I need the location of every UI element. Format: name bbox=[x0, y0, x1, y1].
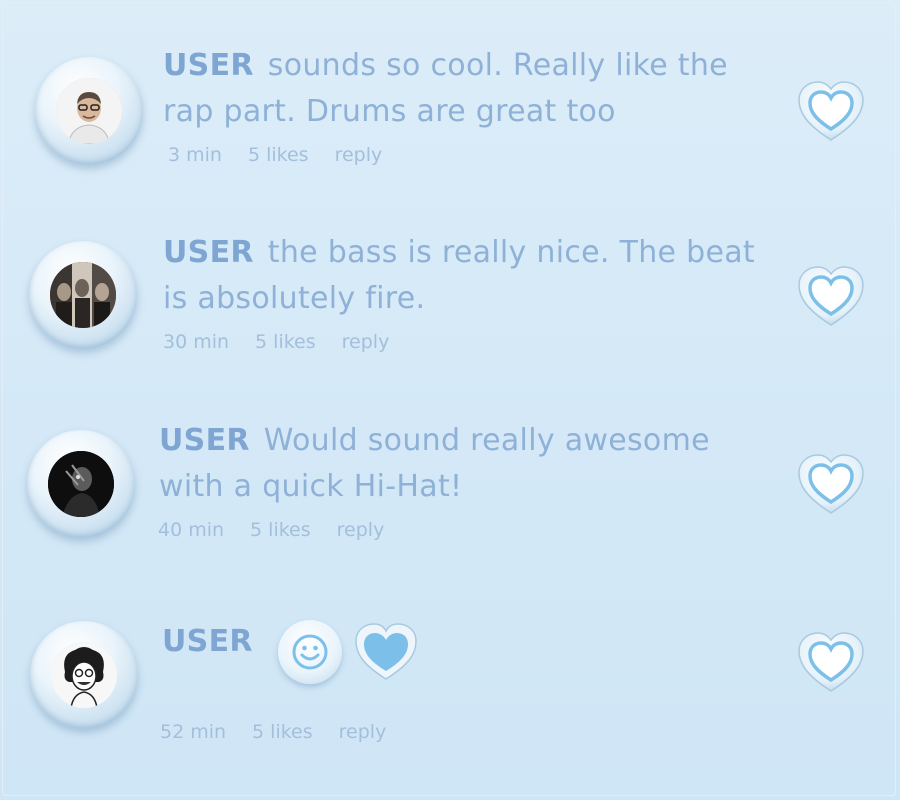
likes-count[interactable]: 5 likes bbox=[255, 331, 316, 353]
avatar-button[interactable] bbox=[30, 621, 138, 729]
likes-count[interactable]: 5 likes bbox=[250, 519, 311, 541]
username[interactable]: USER bbox=[163, 48, 254, 83]
comment-meta: 3 min 5 likes reply bbox=[168, 144, 382, 166]
comments-panel: USER sounds so cool. Really like the rap … bbox=[2, 2, 896, 796]
smiley-reaction-button[interactable] bbox=[278, 620, 342, 684]
reply-link[interactable]: reply bbox=[342, 331, 390, 353]
avatar-button[interactable] bbox=[29, 241, 137, 349]
comment-text: the bass is really nice. The beat bbox=[267, 235, 755, 270]
comment-body: USER Would sound really awesome with a qu… bbox=[159, 418, 779, 510]
comment-body: USER bbox=[162, 619, 782, 665]
username[interactable]: USER bbox=[159, 423, 250, 458]
smiley-icon bbox=[292, 634, 328, 670]
avatar bbox=[48, 451, 114, 517]
comment-text: rap part. Drums are great too bbox=[163, 94, 616, 129]
heart-outline-icon bbox=[798, 632, 864, 692]
reply-link[interactable]: reply bbox=[335, 144, 383, 166]
avatar bbox=[50, 262, 116, 328]
comment-body: USER sounds so cool. Really like the rap … bbox=[163, 43, 783, 135]
comment-meta: 30 min 5 likes reply bbox=[163, 331, 389, 353]
username[interactable]: USER bbox=[162, 624, 253, 659]
timestamp: 52 min bbox=[160, 721, 227, 743]
likes-count[interactable]: 5 likes bbox=[252, 721, 313, 743]
avatar bbox=[56, 78, 122, 144]
heart-outline-icon bbox=[798, 266, 864, 326]
heart-outline-icon bbox=[798, 81, 864, 141]
avatar-button[interactable] bbox=[35, 57, 143, 165]
comment-meta: 40 min 5 likes reply bbox=[158, 519, 384, 541]
like-button[interactable] bbox=[796, 453, 866, 517]
heart-outline-icon bbox=[798, 454, 864, 514]
likes-count[interactable]: 5 likes bbox=[248, 144, 309, 166]
username[interactable]: USER bbox=[163, 235, 254, 270]
like-button[interactable] bbox=[796, 631, 866, 695]
comment-text: Would sound really awesome bbox=[263, 423, 710, 458]
timestamp: 40 min bbox=[158, 519, 225, 541]
comment-text: is absolutely fire. bbox=[163, 281, 426, 316]
like-button[interactable] bbox=[796, 265, 866, 329]
avatar-button[interactable] bbox=[27, 430, 135, 538]
heart-reaction-button[interactable] bbox=[353, 622, 419, 682]
avatar bbox=[51, 642, 117, 708]
comment-body: USER the bass is really nice. The beat is… bbox=[163, 230, 783, 322]
reply-link[interactable]: reply bbox=[339, 721, 387, 743]
timestamp: 3 min bbox=[168, 144, 222, 166]
timestamp: 30 min bbox=[163, 331, 230, 353]
comment-text: sounds so cool. Really like the bbox=[267, 48, 728, 83]
comment-text: with a quick Hi-Hat! bbox=[159, 469, 463, 504]
comment-meta: 52 min 5 likes reply bbox=[160, 721, 386, 743]
reply-link[interactable]: reply bbox=[337, 519, 385, 541]
like-button[interactable] bbox=[796, 80, 866, 144]
heart-filled-icon bbox=[355, 623, 417, 680]
